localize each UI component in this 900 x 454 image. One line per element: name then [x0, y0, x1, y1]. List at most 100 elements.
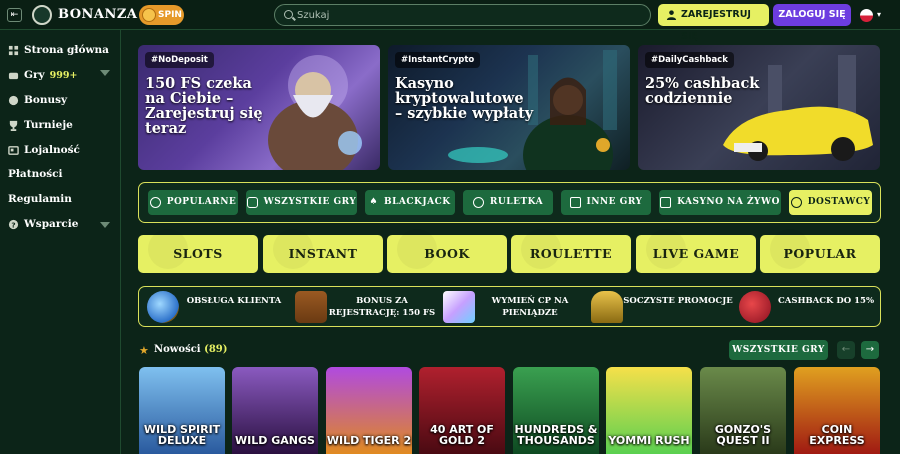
collapse-sidebar-icon[interactable]: ⇤	[7, 8, 22, 22]
search-bar[interactable]	[274, 4, 651, 26]
game-tile[interactable]: 40 ART OF GOLD 2	[419, 367, 505, 454]
other-games-icon	[569, 197, 581, 208]
poland-flag-icon[interactable]	[860, 9, 873, 22]
filter-label: BLACKJACK	[383, 197, 451, 207]
sidebar-item-home[interactable]: Strona główna	[8, 42, 109, 58]
game-tile[interactable]: WILD GANGS	[232, 367, 318, 454]
filter-live-casino[interactable]: KASYNO NA ŻYWO	[659, 190, 781, 215]
filter-other-games[interactable]: INNE GRY	[561, 190, 651, 215]
new-games-count: (89)	[204, 344, 228, 355]
banner-title: Kasyno kryptowalutowe – szybkie wypłaty	[395, 75, 534, 122]
category-popular[interactable]: POPULAR	[760, 229, 880, 273]
svg-text:?: ?	[11, 220, 15, 229]
filter-roulette[interactable]: RULETKA	[463, 190, 553, 215]
benefit-text: CASHBACK DO 15%	[777, 296, 875, 306]
register-button[interactable]: ZAREJESTRUJ SIĘ	[658, 4, 769, 42]
sidebar-item-games[interactable]: Gry 999+	[8, 67, 77, 83]
category-book[interactable]: BOOK	[387, 229, 507, 273]
spade-icon: ♠	[369, 197, 378, 207]
filter-label: KASYNO NA ŻYWO	[677, 197, 780, 207]
gamepad-icon	[246, 197, 258, 208]
sidebar-item-label: Bonusy	[24, 94, 68, 106]
chevron-down-icon[interactable]	[100, 222, 110, 228]
sidebar-item-tournaments[interactable]: Turnieje	[8, 117, 73, 133]
game-title: COIN EXPRESS	[809, 423, 865, 447]
sidebar-item-terms[interactable]: Regulamin	[8, 191, 72, 207]
sidebar-item-loyalty[interactable]: Lojalność	[8, 142, 80, 158]
game-tile[interactable]: YOMMI RUSH	[606, 367, 692, 454]
game-tile[interactable]: GONZO'S QUEST II	[700, 367, 786, 454]
diamond-icon	[443, 291, 475, 323]
filter-popular[interactable]: POPULARNE	[148, 190, 238, 215]
benefit-registration-bonus[interactable]: BONUS ZA REJESTRACJĘ: 150 FS	[291, 287, 439, 326]
top-bar: ⇤ BONANZA SPIN ZAREJESTRUJ SIĘ ZALOGUJ S…	[0, 0, 900, 42]
filter-label: WSZYSTKIE GRY	[263, 197, 357, 207]
game-title: YOMMI RUSH	[608, 434, 690, 447]
arrow-left-icon[interactable]: ←	[837, 341, 855, 359]
treasure-chest-icon	[295, 291, 327, 323]
promo-banner-instant-crypto[interactable]: #InstantCrypto Kasyno kryptowalutowe – s…	[388, 45, 630, 170]
sidebar-item-label: Regulamin	[8, 193, 72, 205]
filter-providers[interactable]: DOSTAWCY	[789, 190, 872, 215]
sidebar-item-label: Lojalność	[24, 144, 80, 156]
banner-title: 25% cashback codziennie	[645, 75, 760, 107]
banner-tag: #DailyCashback	[645, 52, 734, 68]
game-tile[interactable]: WILD TIGER 2	[326, 367, 412, 454]
magic-lamp-icon	[591, 291, 623, 323]
benefit-promotions[interactable]: SOCZYSTE PROMOCJE	[587, 287, 735, 326]
filter-label: INNE GRY	[586, 197, 643, 207]
login-button[interactable]: ZALOGUJ SIĘ	[773, 4, 851, 26]
spin-button[interactable]: SPIN	[139, 5, 184, 25]
sidebar-item-support[interactable]: ? Wsparcie	[8, 216, 78, 232]
game-tile[interactable]: WILD SPIRIT DELUXE	[139, 367, 225, 454]
category-roulette[interactable]: ROULETTE	[511, 229, 631, 273]
bonus-icon	[8, 95, 19, 105]
benefit-text: BONUS ZA REJESTRACJĘ: 150 FS	[328, 296, 436, 318]
benefits-strip: OBSŁUGA KLIENTA BONUS ZA REJESTRACJĘ: 15…	[138, 286, 881, 327]
benefit-exchange-cp[interactable]: WYMIEŃ CP NA PIENIĄDZE	[439, 287, 587, 326]
game-tile[interactable]: HUNDREDS & THOUSANDS	[513, 367, 599, 454]
chevron-down-icon[interactable]	[100, 70, 110, 76]
all-games-button[interactable]: WSZYSTKIE GRY	[729, 340, 828, 360]
banner-tag: #NoDeposit	[145, 52, 214, 68]
category-instant[interactable]: INSTANT	[263, 229, 383, 273]
promo-banner-no-deposit[interactable]: #NoDeposit 150 FS czeka na Ciebie – Zare…	[138, 45, 380, 170]
sidebar-item-bonuses[interactable]: Bonusy	[8, 92, 67, 108]
banner-title: 150 FS czeka na Ciebie – Zarejestruj się…	[145, 75, 263, 137]
banner-tag: #InstantCrypto	[395, 52, 481, 68]
loyalty-icon	[8, 145, 19, 155]
sidebar-item-label: Płatności	[8, 168, 63, 180]
chevron-down-icon[interactable]: ▾	[877, 10, 881, 19]
money-bag-icon	[739, 291, 771, 323]
sidebar-item-label: Gry	[24, 69, 45, 81]
benefit-text: WYMIEŃ CP NA PIENIĄDZE	[491, 296, 569, 318]
logo-icon[interactable]	[32, 5, 52, 25]
brand-name[interactable]: BONANZA	[58, 7, 137, 22]
sidebar-item-label: Wsparcie	[24, 218, 79, 230]
new-games-title: Nowości (89)	[154, 344, 227, 355]
trophy-icon	[9, 120, 18, 131]
filter-blackjack[interactable]: ♠ BLACKJACK	[365, 190, 455, 215]
sidebar-item-label: Turnieje	[24, 119, 73, 131]
popular-icon	[149, 197, 161, 208]
game-title: WILD TIGER 2	[326, 434, 412, 447]
benefit-text: SOCZYSTE PROMOCJE	[623, 296, 733, 306]
game-tile[interactable]: COIN EXPRESS	[794, 367, 880, 454]
game-title: WILD GANGS	[235, 434, 315, 447]
game-title: GONZO'S QUEST II	[714, 423, 772, 447]
sidebar-item-payments[interactable]: Płatności	[8, 166, 63, 182]
category-live-game[interactable]: LIVE GAME	[636, 229, 756, 273]
sidebar-item-label: Strona główna	[24, 44, 109, 56]
filter-label: DOSTAWCY	[807, 197, 871, 207]
providers-icon	[790, 197, 802, 208]
arrow-right-icon[interactable]: →	[861, 341, 879, 359]
user-icon	[666, 10, 677, 20]
spin-wheel-icon	[142, 8, 156, 22]
live-icon	[660, 197, 672, 208]
benefit-cashback[interactable]: CASHBACK DO 15%	[735, 287, 883, 326]
benefit-support[interactable]: OBSŁUGA KLIENTA	[143, 287, 291, 326]
filter-all-games[interactable]: WSZYSTKIE GRY	[246, 190, 357, 215]
search-input[interactable]	[297, 7, 637, 23]
category-slots[interactable]: SLOTS	[138, 229, 258, 273]
promo-banner-daily-cashback[interactable]: #DailyCashback 25% cashback codziennie	[638, 45, 880, 170]
